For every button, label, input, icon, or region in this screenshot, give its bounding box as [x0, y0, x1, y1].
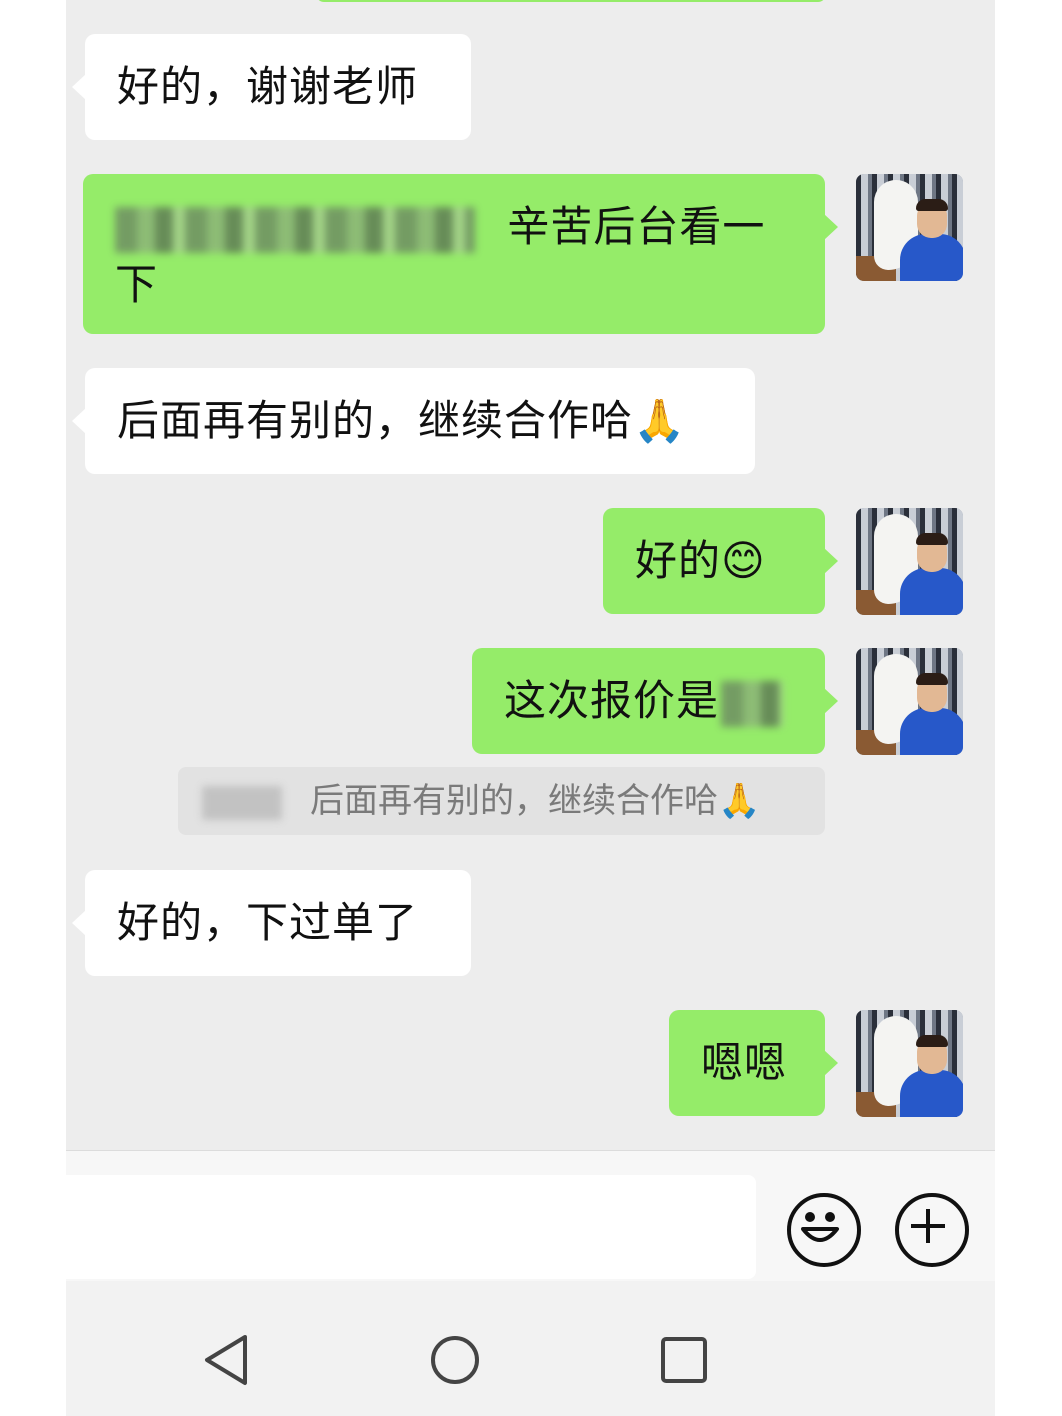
message-list[interactable]: 好的，谢谢老师 辛苦后台看一 下 后面再有别的，继续合作哈🙏 好的😊 这次报价是…	[66, 0, 995, 1150]
more-button[interactable]	[895, 1193, 969, 1267]
outgoing-message-bubble[interactable]: 好的😊	[603, 508, 838, 614]
back-button[interactable]	[201, 1333, 251, 1387]
sender-avatar[interactable]	[856, 174, 963, 281]
smiling-face-emoji: 😊	[721, 536, 766, 585]
message-text: 辛苦后台看一	[507, 202, 766, 251]
outgoing-message-bubble[interactable]: 嗯嗯	[669, 1010, 838, 1116]
message-text: 好的，谢谢老师	[117, 62, 419, 111]
outgoing-message-bubble[interactable]: 辛苦后台看一 下	[83, 174, 838, 334]
message-input-bar	[66, 1150, 995, 1281]
message-text: 嗯嗯	[701, 1038, 788, 1087]
circle-home-icon	[431, 1336, 479, 1384]
plus-circle-icon	[911, 1209, 945, 1243]
message-text: 好的，下过单了	[117, 898, 419, 947]
system-navigation-bar	[66, 1281, 995, 1416]
sender-avatar[interactable]	[856, 508, 963, 615]
message-text: 这次报价是	[504, 676, 720, 725]
message-text-continued: 下	[115, 260, 159, 309]
home-button[interactable]	[429, 1334, 481, 1386]
redacted-sender-name	[202, 785, 282, 820]
sender-avatar[interactable]	[856, 648, 963, 755]
incoming-message-bubble[interactable]: 后面再有别的，继续合作哈🙏	[72, 368, 755, 474]
message-text: 好的	[635, 536, 722, 585]
message-input[interactable]	[66, 1175, 756, 1279]
smile-face-icon	[801, 1212, 839, 1242]
quoted-text: 后面再有别的，继续合作哈	[310, 781, 718, 821]
quoted-message[interactable]: 后面再有别的，继续合作哈🙏	[178, 767, 825, 835]
redacted-text	[115, 206, 475, 253]
incoming-message-bubble[interactable]: 好的，谢谢老师	[72, 34, 471, 140]
chat-screen: 好的，谢谢老师 辛苦后台看一 下 后面再有别的，继续合作哈🙏 好的😊 这次报价是…	[66, 0, 995, 1416]
sender-avatar[interactable]	[856, 1010, 963, 1117]
emoji-button[interactable]	[787, 1193, 861, 1267]
message-text: 后面再有别的，继续合作哈	[117, 396, 634, 445]
pray-hands-emoji: 🙏	[718, 781, 761, 821]
square-recents-icon	[661, 1337, 707, 1383]
incoming-message-bubble[interactable]: 好的，下过单了	[72, 870, 471, 976]
triangle-back-icon	[205, 1335, 247, 1385]
recents-button[interactable]	[660, 1336, 708, 1384]
pray-hands-emoji: 🙏	[633, 396, 687, 445]
cropped-message-bubble	[316, 0, 826, 2]
outgoing-message-bubble[interactable]: 这次报价是	[472, 648, 838, 754]
redacted-text	[721, 680, 784, 727]
